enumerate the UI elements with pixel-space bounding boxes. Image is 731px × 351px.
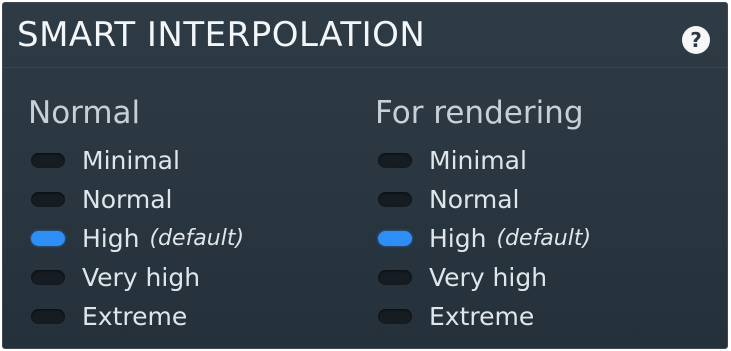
default-marker: (default): [149, 226, 245, 251]
normal-column: Normal Minimal Normal High (default) Very hi…: [28, 93, 244, 336]
option-label: Very high: [429, 263, 548, 292]
option-label: Normal: [82, 185, 173, 214]
normal-option-minimal[interactable]: Minimal: [28, 141, 244, 180]
option-label: Extreme: [82, 302, 188, 331]
rendering-options: Minimal Normal High (default) Very high Extre…: [375, 141, 591, 336]
option-label: High: [82, 224, 140, 253]
rendering-option-normal[interactable]: Normal: [375, 180, 591, 219]
smart-interpolation-panel: SMART INTERPOLATION ? Normal Minimal Norm…: [2, 2, 728, 349]
option-label: Very high: [82, 263, 201, 292]
option-label: Extreme: [429, 302, 535, 331]
default-marker: (default): [496, 226, 592, 251]
selected-indicator-icon[interactable]: [378, 231, 412, 246]
normal-option-extreme[interactable]: Extreme: [28, 297, 244, 336]
unselected-indicator-icon[interactable]: [31, 270, 65, 285]
selected-indicator-icon[interactable]: [31, 231, 65, 246]
unselected-indicator-icon[interactable]: [378, 309, 412, 324]
normal-option-high[interactable]: High (default): [28, 219, 244, 258]
unselected-indicator-icon[interactable]: [378, 153, 412, 168]
rendering-option-high[interactable]: High (default): [375, 219, 591, 258]
column-title-normal: Normal: [28, 95, 141, 131]
panel-header: SMART INTERPOLATION ?: [3, 3, 727, 68]
help-icon[interactable]: ?: [682, 26, 710, 54]
rendering-option-extreme[interactable]: Extreme: [375, 297, 591, 336]
normal-option-normal[interactable]: Normal: [28, 180, 244, 219]
column-title-rendering: For rendering: [375, 95, 584, 131]
option-label: Normal: [429, 185, 520, 214]
unselected-indicator-icon[interactable]: [378, 192, 412, 207]
rendering-option-very-high[interactable]: Very high: [375, 258, 591, 297]
unselected-indicator-icon[interactable]: [31, 192, 65, 207]
panel-title: SMART INTERPOLATION: [17, 15, 426, 55]
unselected-indicator-icon[interactable]: [378, 270, 412, 285]
option-label: Minimal: [82, 146, 180, 175]
rendering-column: For rendering Minimal Normal High (default)…: [375, 93, 591, 336]
normal-option-very-high[interactable]: Very high: [28, 258, 244, 297]
option-label: Minimal: [429, 146, 527, 175]
rendering-option-minimal[interactable]: Minimal: [375, 141, 591, 180]
option-label: High: [429, 224, 487, 253]
normal-options: Minimal Normal High (default) Very high Extre…: [28, 141, 244, 336]
unselected-indicator-icon[interactable]: [31, 153, 65, 168]
unselected-indicator-icon[interactable]: [31, 309, 65, 324]
